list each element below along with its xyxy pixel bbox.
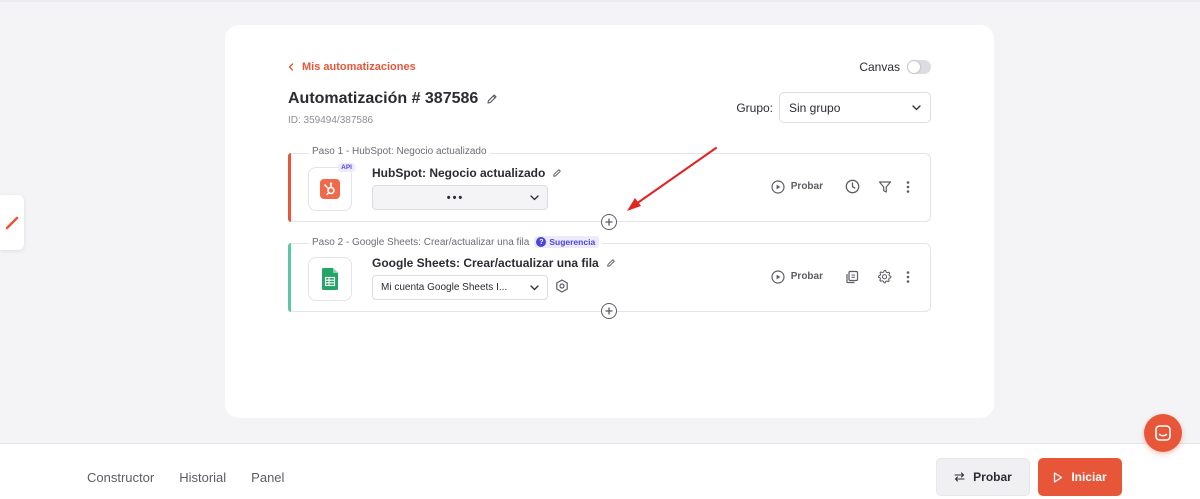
tab-constructor[interactable]: Constructor — [87, 470, 154, 485]
step-2-accent — [288, 243, 291, 312]
gear-icon — [877, 269, 892, 284]
test-automation-label: Probar — [973, 470, 1012, 484]
play-circle-icon — [771, 269, 785, 284]
question-icon: ? — [536, 237, 547, 247]
filter-button[interactable] — [878, 180, 892, 194]
step-2-test-button[interactable]: Probar — [771, 269, 823, 284]
step-2-name-row: Google Sheets: Crear/actualizar una fila — [372, 256, 616, 270]
bottom-bar: Constructor Historial Panel Probar Inici… — [0, 443, 1200, 499]
edit-title-icon[interactable] — [486, 93, 498, 105]
edit-step-icon[interactable] — [606, 258, 616, 268]
step-2-actions: Probar — [771, 269, 910, 284]
account-select-value: Mi cuenta Google Sheets I... — [381, 282, 508, 293]
canvas-label: Canvas — [859, 60, 900, 74]
canvas-toggle-group: Canvas — [859, 60, 931, 74]
step-1-label: Paso 1 - HubSpot: Negocio actualizado — [309, 146, 490, 157]
step-1-label-text: Paso 1 - HubSpot: Negocio actualizado — [312, 146, 487, 157]
step-1-accent — [288, 153, 291, 222]
chevron-left-icon — [288, 63, 294, 71]
play-icon — [1054, 471, 1063, 483]
step-2: Paso 2 - Google Sheets: Crear/actualizar… — [288, 236, 931, 312]
step-2-label: Paso 2 - Google Sheets: Crear/actualizar… — [309, 236, 603, 248]
filter-icon — [878, 180, 892, 193]
step-2-name: Google Sheets: Crear/actualizar una fila — [372, 256, 599, 270]
step-1-test-label: Probar — [790, 181, 823, 192]
group-row: Grupo: Sin grupo — [736, 92, 931, 123]
hubspot-app-icon: API — [308, 163, 355, 211]
test-automation-button[interactable]: Probar — [936, 458, 1030, 496]
api-badge: API — [338, 163, 355, 172]
suggestion-label: Sugerencia — [549, 237, 596, 247]
page-title: Automatización # 387586 — [288, 90, 479, 107]
group-label: Grupo: — [736, 100, 773, 115]
chevron-down-icon — [912, 104, 921, 110]
chevron-down-icon — [530, 284, 539, 290]
account-select-value: ••• — [446, 191, 465, 204]
hubspot-icon — [320, 179, 340, 199]
step-settings-button[interactable] — [877, 269, 892, 284]
chevron-down-icon — [530, 194, 539, 200]
more-options-button[interactable] — [906, 270, 910, 284]
start-automation-button[interactable]: Iniciar — [1038, 458, 1122, 496]
step-1-name-row: HubSpot: Negocio actualizado — [372, 166, 562, 180]
bottom-tabs: Constructor Historial Panel — [87, 470, 284, 485]
google-sheets-app-icon — [308, 257, 352, 301]
group-select-value: Sin grupo — [789, 100, 841, 115]
step-1-name: HubSpot: Negocio actualizado — [372, 166, 546, 180]
step-1: Paso 1 - HubSpot: Negocio actualizado AP… — [288, 146, 931, 222]
copy-icon — [846, 270, 859, 283]
group-select[interactable]: Sin grupo — [779, 92, 931, 123]
start-automation-label: Iniciar — [1071, 470, 1107, 484]
account-settings-button[interactable] — [555, 279, 569, 298]
schedule-button[interactable] — [845, 179, 860, 194]
copy-step-button[interactable] — [845, 270, 859, 284]
suggestion-badge[interactable]: ? Sugerencia — [534, 236, 600, 248]
tab-panel[interactable]: Panel — [251, 470, 284, 485]
add-step-button-2[interactable] — [601, 303, 617, 319]
chat-icon — [1155, 425, 1171, 441]
tab-historial[interactable]: Historial — [179, 470, 226, 485]
side-panel-tab[interactable] — [0, 195, 24, 250]
back-link[interactable]: Mis automatizaciones — [288, 61, 416, 73]
more-vertical-icon — [906, 180, 910, 193]
step-1-test-button[interactable]: Probar — [771, 179, 823, 194]
play-circle-icon — [771, 179, 785, 194]
step-1-account-select[interactable]: ••• — [372, 185, 548, 210]
hexagon-settings-icon — [556, 279, 568, 293]
chat-button[interactable] — [1144, 414, 1182, 452]
step-2-label-text: Paso 2 - Google Sheets: Crear/actualizar… — [312, 236, 530, 248]
step-1-actions: Probar — [771, 179, 910, 194]
title-row: Automatización # 387586 — [288, 90, 498, 108]
brand-logo-icon — [5, 216, 19, 229]
automation-id: ID: 359494/387586 — [288, 115, 374, 126]
back-link-label: Mis automatizaciones — [302, 61, 416, 73]
top-border — [0, 0, 1200, 2]
swap-arrows-icon — [954, 472, 965, 482]
step-2-test-label: Probar — [790, 271, 823, 282]
add-step-button-1[interactable] — [601, 214, 617, 230]
clock-icon — [845, 179, 860, 194]
more-vertical-icon — [906, 270, 910, 283]
more-options-button[interactable] — [906, 180, 910, 194]
plus-icon — [605, 307, 613, 315]
plus-icon — [605, 218, 613, 226]
edit-step-icon[interactable] — [552, 168, 562, 178]
automation-card: Mis automatizaciones Canvas Automatizaci… — [225, 25, 994, 418]
google-sheets-icon — [322, 268, 338, 290]
step-2-account-select[interactable]: Mi cuenta Google Sheets I... — [372, 275, 548, 300]
canvas-switch[interactable] — [907, 60, 931, 74]
